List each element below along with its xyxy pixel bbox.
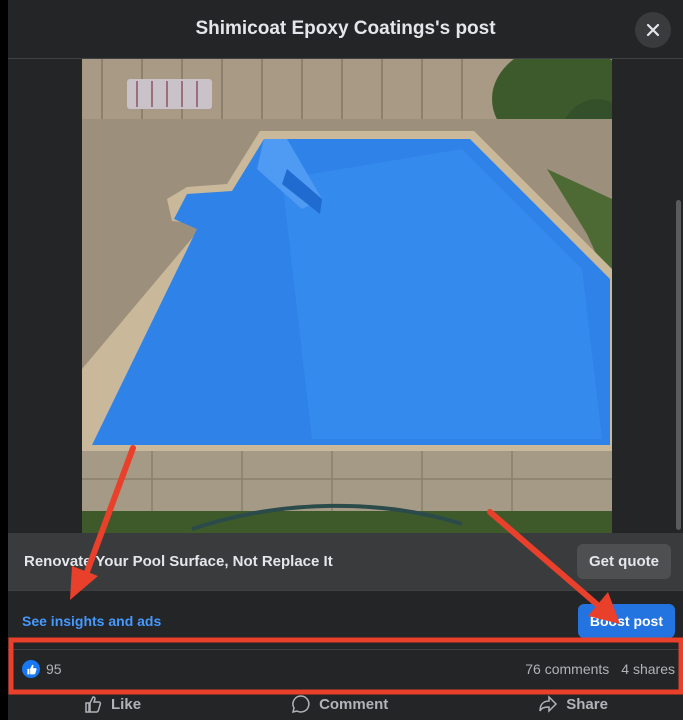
see-insights-link[interactable]: See insights and ads: [22, 613, 578, 629]
close-icon: [646, 23, 660, 37]
cta-bar: Renovate Your Pool Surface, Not Replace …: [8, 533, 683, 591]
get-quote-button[interactable]: Get quote: [577, 544, 671, 579]
comment-label: Comment: [319, 695, 389, 713]
post-photo[interactable]: [82, 59, 612, 533]
boost-post-button[interactable]: Boost post: [577, 603, 675, 638]
share-label: Share: [566, 695, 608, 713]
thumbs-up-icon: [85, 696, 102, 713]
shares-count[interactable]: 4 shares: [621, 661, 675, 677]
modal-header: Shimicoat Epoxy Coatings's post: [8, 0, 683, 59]
action-bar: Like Comment Share: [8, 688, 683, 720]
reactions-count[interactable]: 95: [46, 661, 513, 677]
cta-headline[interactable]: Renovate Your Pool Surface, Not Replace …: [24, 553, 577, 570]
thumbs-up-icon: [22, 660, 40, 678]
like-label: Like: [111, 695, 142, 713]
comment-icon: [292, 695, 310, 714]
close-button[interactable]: [635, 12, 671, 48]
comments-count[interactable]: 76 comments: [525, 661, 609, 677]
pool-image: [82, 59, 612, 533]
scrollbar[interactable]: [676, 200, 681, 530]
post-modal: Shimicoat Epoxy Coatings's post Renovate…: [8, 0, 683, 720]
engagement-stats: 95 76 comments 4 shares: [8, 650, 683, 688]
like-button[interactable]: Like: [83, 694, 141, 714]
share-button[interactable]: Share: [538, 694, 608, 714]
share-icon: [539, 695, 558, 713]
insights-row: See insights and ads Boost post: [8, 592, 683, 650]
modal-title: Shimicoat Epoxy Coatings's post: [195, 18, 496, 39]
comment-button[interactable]: Comment: [291, 694, 388, 714]
